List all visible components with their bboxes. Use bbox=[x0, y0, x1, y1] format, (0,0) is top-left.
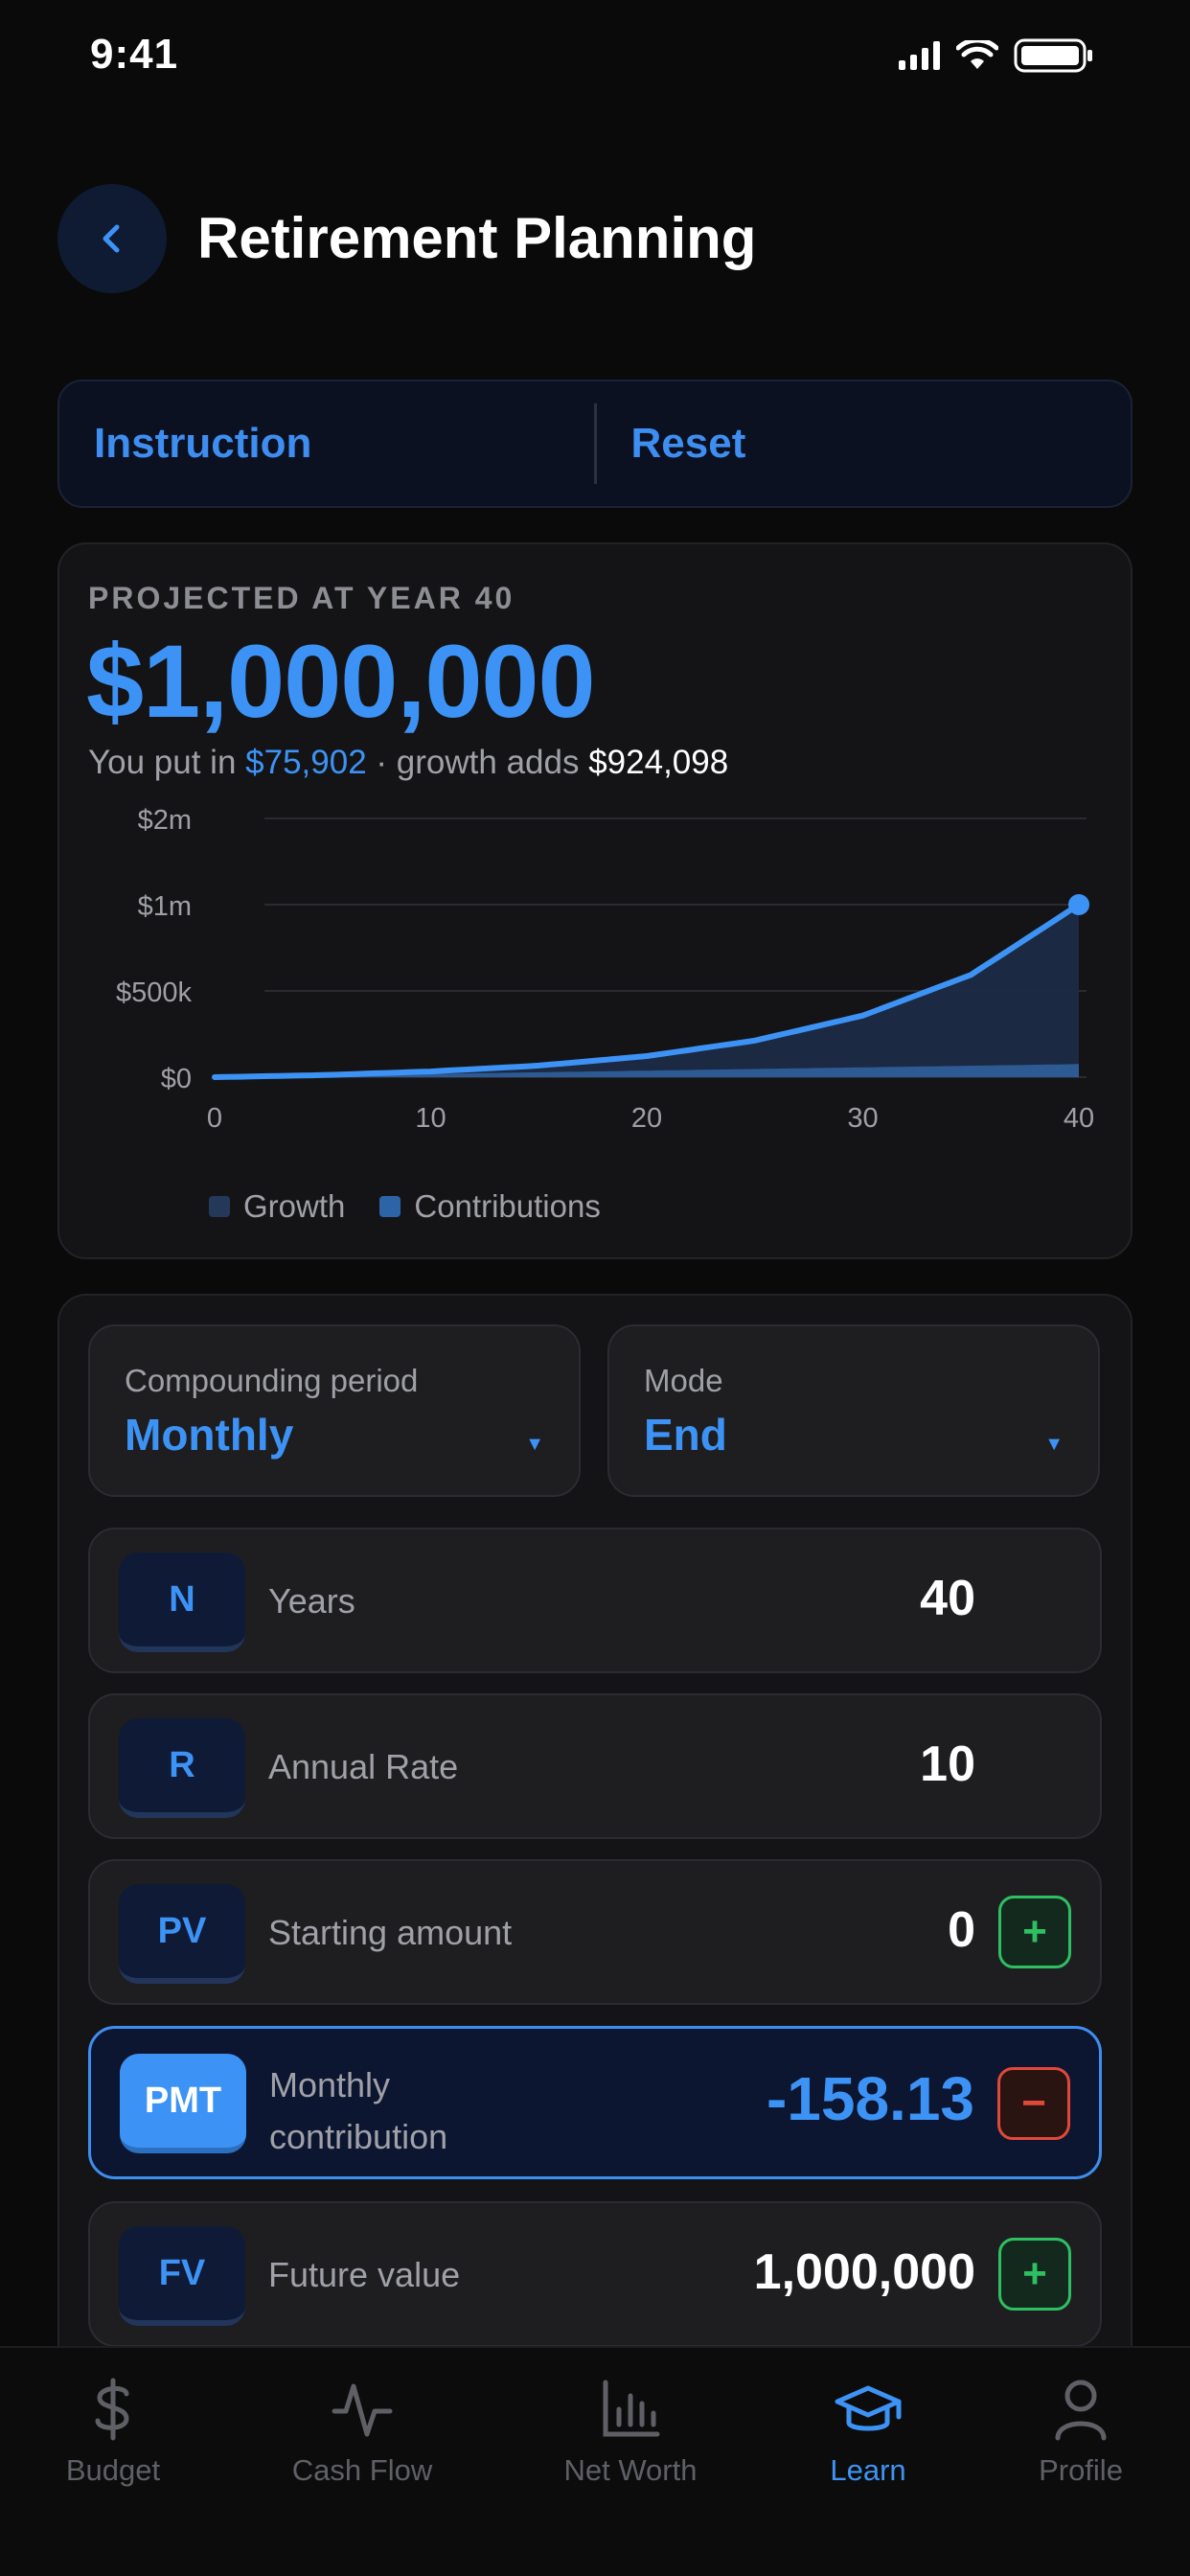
caret-down-icon: ▼ bbox=[525, 1434, 544, 1455]
row-years[interactable]: N Years 40 bbox=[88, 1528, 1102, 1673]
row-future-value[interactable]: FV Future value 1,000,000 + bbox=[88, 2201, 1102, 2347]
tab-label: Learn bbox=[830, 2453, 906, 2487]
end-point-marker bbox=[1068, 894, 1089, 915]
status-time: 9:41 bbox=[90, 31, 179, 78]
row-label: Starting amount bbox=[268, 1913, 513, 1952]
x-tick-label: 20 bbox=[631, 1103, 662, 1134]
reset-button[interactable]: Reset bbox=[597, 381, 1132, 506]
years-value[interactable]: 40 bbox=[920, 1570, 975, 1627]
status-icons bbox=[899, 38, 1094, 73]
x-tick-label: 40 bbox=[1064, 1103, 1094, 1134]
growth-chart: $0 $500k $1m $2m 0 10 20 30 40 bbox=[116, 805, 1094, 1134]
mode-select[interactable]: Mode End ▼ bbox=[607, 1324, 1100, 1497]
row-annual-rate[interactable]: R Annual Rate 10 bbox=[88, 1693, 1102, 1839]
starting-amount-value[interactable]: 0 bbox=[948, 1901, 975, 1959]
y-tick-label: $500k bbox=[116, 978, 193, 1008]
select-value: Monthly bbox=[125, 1410, 294, 1460]
bottom-tab-bar: Budget Cash Flow Net Worth Learn Profile bbox=[0, 2346, 1190, 2576]
action-bar: Instruction Reset bbox=[57, 380, 1133, 508]
x-tick-label: 0 bbox=[207, 1103, 222, 1134]
x-tick-label: 10 bbox=[415, 1103, 446, 1134]
badge-fv[interactable]: FV bbox=[119, 2226, 245, 2326]
sign-toggle-button[interactable]: + bbox=[998, 2238, 1071, 2311]
tab-learn[interactable]: Learn bbox=[763, 2377, 973, 2488]
projection-label: PROJECTED AT YEAR 40 bbox=[88, 581, 515, 615]
battery-icon bbox=[1014, 38, 1092, 73]
x-tick-label: 30 bbox=[847, 1103, 878, 1134]
sign-toggle-button[interactable]: − bbox=[997, 2067, 1070, 2140]
legend-swatch-growth bbox=[209, 1196, 230, 1217]
row-label: Future value bbox=[268, 2255, 461, 2294]
legend-item-growth: Growth bbox=[209, 1188, 345, 1225]
contributed-amount: $75,902 bbox=[245, 744, 367, 781]
person-icon bbox=[1055, 2380, 1107, 2441]
back-button[interactable] bbox=[57, 184, 167, 293]
row-label-line1: Monthly bbox=[269, 2065, 391, 2104]
bar-chart-icon bbox=[603, 2380, 660, 2437]
instruction-button[interactable]: Instruction bbox=[59, 381, 594, 506]
page-title: Retirement Planning bbox=[197, 206, 757, 270]
tab-net-worth[interactable]: Net Worth bbox=[525, 2377, 736, 2488]
graduation-cap-icon bbox=[835, 2385, 902, 2431]
select-label: Compounding period bbox=[125, 1363, 419, 1398]
future-value-value[interactable]: 1,000,000 bbox=[754, 2243, 975, 2301]
select-value: End bbox=[644, 1410, 727, 1460]
cellular-signal-icon bbox=[899, 41, 940, 70]
row-label-line2: contribution bbox=[269, 2117, 448, 2156]
dollar-icon bbox=[95, 2378, 129, 2441]
y-tick-label: $1m bbox=[138, 891, 192, 922]
legend-item-contributions: Contributions bbox=[379, 1188, 601, 1225]
row-starting-amount[interactable]: PV Starting amount 0 + bbox=[88, 1859, 1102, 2005]
wifi-icon bbox=[956, 40, 998, 69]
badge-n[interactable]: N bbox=[119, 1552, 245, 1652]
y-tick-label: $2m bbox=[138, 805, 192, 836]
tab-cash-flow[interactable]: Cash Flow bbox=[257, 2377, 468, 2488]
tab-budget[interactable]: Budget bbox=[8, 2377, 218, 2488]
sign-toggle-button[interactable]: + bbox=[998, 1896, 1071, 1968]
status-bar: 9:41 bbox=[0, 0, 1190, 115]
badge-pv[interactable]: PV bbox=[119, 1884, 245, 1984]
breakdown-prefix: You put in bbox=[88, 744, 237, 781]
tab-label: Cash Flow bbox=[291, 2453, 433, 2487]
tab-label: Net Worth bbox=[563, 2453, 698, 2487]
legend-swatch-contributions bbox=[379, 1196, 401, 1217]
legend-label-contributions: Contributions bbox=[414, 1188, 601, 1224]
row-label: Years bbox=[268, 1581, 355, 1621]
caret-down-icon: ▼ bbox=[1044, 1434, 1064, 1455]
row-monthly-contribution[interactable]: PMT Monthly contribution -158.13 − bbox=[88, 2026, 1102, 2179]
legend-label-growth: Growth bbox=[243, 1188, 346, 1224]
compounding-period-select[interactable]: Compounding period Monthly ▼ bbox=[88, 1324, 581, 1497]
tab-profile[interactable]: Profile bbox=[975, 2377, 1186, 2488]
tab-label: Profile bbox=[1039, 2453, 1123, 2487]
chart-legend: Growth Contributions bbox=[209, 1188, 601, 1225]
select-label: Mode bbox=[644, 1363, 723, 1398]
growth-amount: $924,098 bbox=[588, 744, 729, 781]
pulse-icon bbox=[332, 2383, 393, 2437]
chevron-left-icon bbox=[103, 224, 120, 253]
breakdown-mid: · growth adds bbox=[376, 744, 580, 781]
projection-breakdown: You put in $75,902 · growth adds $924,09… bbox=[88, 744, 728, 782]
tab-label: Budget bbox=[65, 2453, 161, 2487]
badge-r[interactable]: R bbox=[119, 1718, 245, 1818]
y-tick-label: $0 bbox=[161, 1064, 192, 1094]
row-label: Annual Rate bbox=[268, 1747, 459, 1786]
monthly-contribution-value[interactable]: -158.13 bbox=[767, 2063, 974, 2134]
row-label: Monthly contribution bbox=[269, 2059, 447, 2163]
projection-card: PROJECTED AT YEAR 40 $1,000,000 You put … bbox=[57, 542, 1133, 1259]
annual-rate-value[interactable]: 10 bbox=[920, 1736, 975, 1793]
projection-value: $1,000,000 bbox=[86, 623, 596, 739]
badge-pmt[interactable]: PMT bbox=[120, 2054, 246, 2153]
